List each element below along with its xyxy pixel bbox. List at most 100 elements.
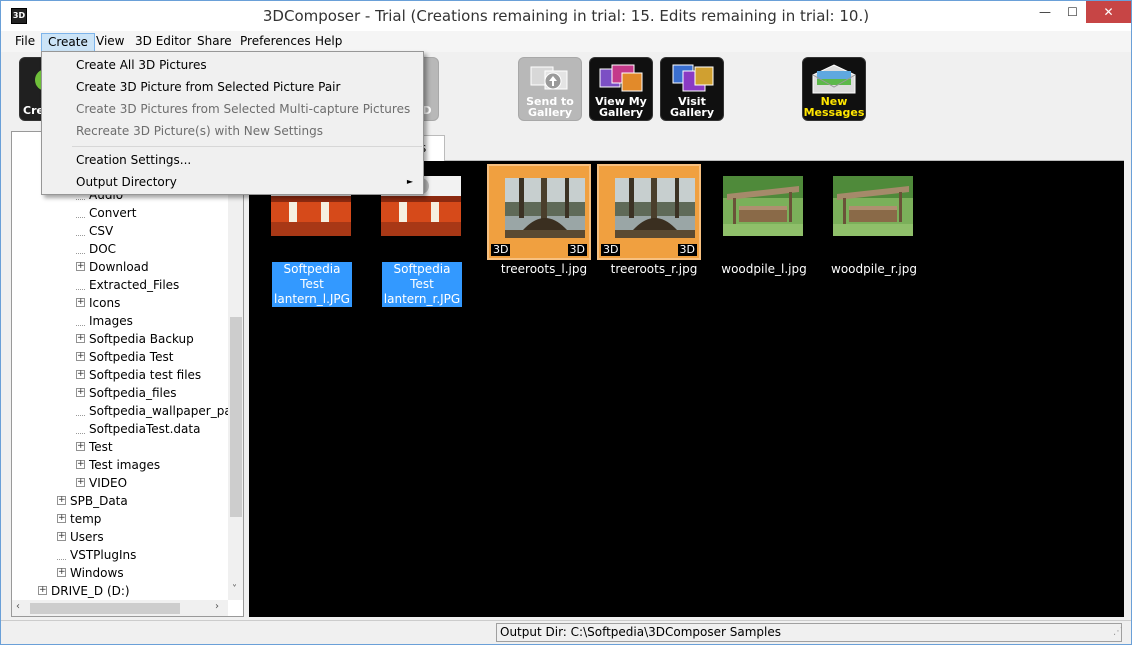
- tree-item-label: Convert: [89, 206, 137, 220]
- tree-item[interactable]: + Users: [57, 528, 104, 546]
- tree-expand-icon[interactable]: +: [76, 352, 85, 361]
- thumbnail-caption[interactable]: woodpile_l.jpg: [709, 262, 819, 277]
- view-my-gallery-icon: [599, 64, 643, 92]
- menu-item-create-from-pair[interactable]: Create 3D Picture from Selected Picture …: [44, 76, 421, 98]
- tree-item[interactable]: Softpedia_wallpaper_pack_: [76, 402, 244, 420]
- thumbnail-caption[interactable]: treeroots_r.jpg: [599, 262, 709, 277]
- tree-item[interactable]: + Test images: [76, 456, 160, 474]
- submenu-arrow-icon: ►: [406, 177, 413, 186]
- picture-gallery[interactable]: Softpedia Test lantern_l.JPG Softpedia Te…: [249, 161, 1124, 617]
- menu-3d-editor[interactable]: 3D Editor: [129, 33, 197, 52]
- menu-item-output-directory[interactable]: Output Directory ►: [44, 171, 421, 193]
- tree-item[interactable]: + Softpedia_files: [76, 384, 177, 402]
- tree-item[interactable]: + Windows: [57, 564, 124, 582]
- view-my-gallery-label: View My Gallery: [595, 95, 647, 119]
- tree-expand-icon[interactable]: +: [76, 460, 85, 469]
- tree-horizontal-scrollbar[interactable]: ‹ ›: [12, 600, 228, 616]
- tree-item-label: SoftpediaTest.data: [89, 422, 201, 436]
- thumbnail-caption[interactable]: woodpile_r.jpg: [819, 262, 929, 277]
- tree-item[interactable]: Extracted_Files: [76, 276, 179, 294]
- tree-item[interactable]: SoftpediaTest.data: [76, 420, 200, 438]
- tree-item[interactable]: + Softpedia Test: [76, 348, 173, 366]
- minimize-button[interactable]: —: [1031, 1, 1059, 23]
- menu-help[interactable]: Help: [309, 33, 348, 52]
- tree-expand-icon[interactable]: +: [76, 370, 85, 379]
- tree-item[interactable]: Convert: [76, 204, 136, 222]
- tree-expand-icon[interactable]: +: [57, 514, 66, 523]
- menu-separator: [72, 146, 422, 147]
- new-messages-label: New Messages: [803, 95, 865, 119]
- maximize-button[interactable]: ☐: [1059, 1, 1086, 23]
- menu-item-create-all[interactable]: Create All 3D Pictures: [44, 54, 421, 76]
- tree-item[interactable]: + Softpedia Backup: [76, 330, 194, 348]
- tree-item[interactable]: + VIDEO: [76, 474, 127, 492]
- badge-3d-right: 3D: [567, 243, 587, 256]
- scroll-left-arrow-icon[interactable]: ‹: [16, 601, 20, 612]
- visit-gallery-button[interactable]: Visit Gallery: [660, 57, 724, 121]
- tree-expand-icon[interactable]: +: [57, 532, 66, 541]
- gallery-thumbnail[interactable]: 3D 3D: [597, 164, 701, 260]
- tree-vertical-scrollbar[interactable]: ˅: [228, 132, 243, 600]
- tree-expand-icon[interactable]: +: [38, 586, 47, 595]
- thumbnail-caption-text: treeroots_l.jpg: [500, 262, 588, 276]
- scroll-down-arrow-icon[interactable]: ˅: [232, 584, 237, 595]
- thumbnail-caption[interactable]: treeroots_l.jpg: [489, 262, 599, 277]
- thumbnail-caption[interactable]: Softpedia Test lantern_r.JPG: [367, 262, 477, 307]
- send-to-gallery-button[interactable]: Send to Gallery: [518, 57, 582, 121]
- tree-item-label: Softpedia_wallpaper_pack_: [89, 404, 244, 418]
- tree-expand-icon[interactable]: +: [76, 478, 85, 487]
- badge-3d-right: 3D: [677, 243, 697, 256]
- thumbnail-caption-text: Softpedia Test lantern_l.JPG: [272, 262, 352, 307]
- tree-item[interactable]: + SPB_Data: [57, 492, 128, 510]
- tree-item[interactable]: CSV: [76, 222, 113, 240]
- tree-expand-icon[interactable]: +: [57, 496, 66, 505]
- tree-connector: [57, 551, 66, 560]
- tree-item-label: SPB_Data: [70, 494, 128, 508]
- tree-item[interactable]: + DRIVE_D (D:): [38, 582, 130, 600]
- tree-item[interactable]: + Download: [76, 258, 149, 276]
- badge-3d-left: 3D: [491, 243, 511, 256]
- menu-create[interactable]: Create: [41, 33, 95, 52]
- tree-item[interactable]: VSTPlugIns: [57, 546, 136, 564]
- tree-item-label: Softpedia test files: [89, 368, 202, 382]
- tree-item[interactable]: + Icons: [76, 294, 120, 312]
- tree-expand-icon[interactable]: +: [76, 442, 85, 451]
- tree-expand-icon[interactable]: +: [76, 388, 85, 397]
- create-menu-dropdown: Create All 3D Pictures Create 3D Picture…: [41, 51, 424, 195]
- gallery-thumbnail[interactable]: 3D 3D: [487, 164, 591, 260]
- tree-connector: [76, 425, 85, 434]
- tree-item[interactable]: + Test: [76, 438, 113, 456]
- close-button[interactable]: ✕: [1086, 1, 1131, 23]
- tree-item-label: Download: [89, 260, 149, 274]
- tree-item[interactable]: + Softpedia test files: [76, 366, 201, 384]
- tree-horizontal-scroll-thumb[interactable]: [30, 603, 180, 614]
- tree-item-label: VIDEO: [89, 476, 128, 490]
- menu-item-output-directory-label: Output Directory: [76, 175, 177, 189]
- tree-item[interactable]: DOC: [76, 240, 116, 258]
- view-my-gallery-button[interactable]: View My Gallery: [589, 57, 653, 121]
- scroll-right-arrow-icon[interactable]: ›: [215, 601, 219, 612]
- menu-item-creation-settings[interactable]: Creation Settings...: [44, 149, 421, 171]
- tree-expand-icon[interactable]: +: [76, 298, 85, 307]
- gallery-thumbnail[interactable]: [707, 164, 811, 260]
- menu-view[interactable]: View: [90, 33, 130, 52]
- menu-item-recreate: Recreate 3D Picture(s) with New Settings: [76, 124, 323, 138]
- menu-file[interactable]: File: [9, 33, 41, 52]
- badge-3d-left: 3D: [601, 243, 621, 256]
- resize-grip-icon[interactable]: ⋰: [1113, 626, 1127, 640]
- tree-expand-icon[interactable]: +: [76, 262, 85, 271]
- thumbnail-caption[interactable]: Softpedia Test lantern_l.JPG: [257, 262, 367, 307]
- visit-gallery-label: Visit Gallery: [669, 95, 715, 119]
- menu-share[interactable]: Share: [191, 33, 238, 52]
- tree-vertical-scroll-thumb[interactable]: [230, 317, 242, 517]
- tree-expand-icon[interactable]: +: [76, 334, 85, 343]
- tree-expand-icon[interactable]: +: [57, 568, 66, 577]
- menu-preferences[interactable]: Preferences: [234, 33, 317, 52]
- new-messages-button[interactable]: New Messages: [802, 57, 866, 121]
- thumbnail-image: [505, 178, 585, 238]
- tree-connector: [76, 281, 85, 290]
- folder-tree[interactable]: Audio Convert CSV DOC + Download Extracted_Fil…: [11, 131, 244, 617]
- tree-item[interactable]: + temp: [57, 510, 101, 528]
- gallery-thumbnail[interactable]: [817, 164, 921, 260]
- tree-item[interactable]: Images: [76, 312, 133, 330]
